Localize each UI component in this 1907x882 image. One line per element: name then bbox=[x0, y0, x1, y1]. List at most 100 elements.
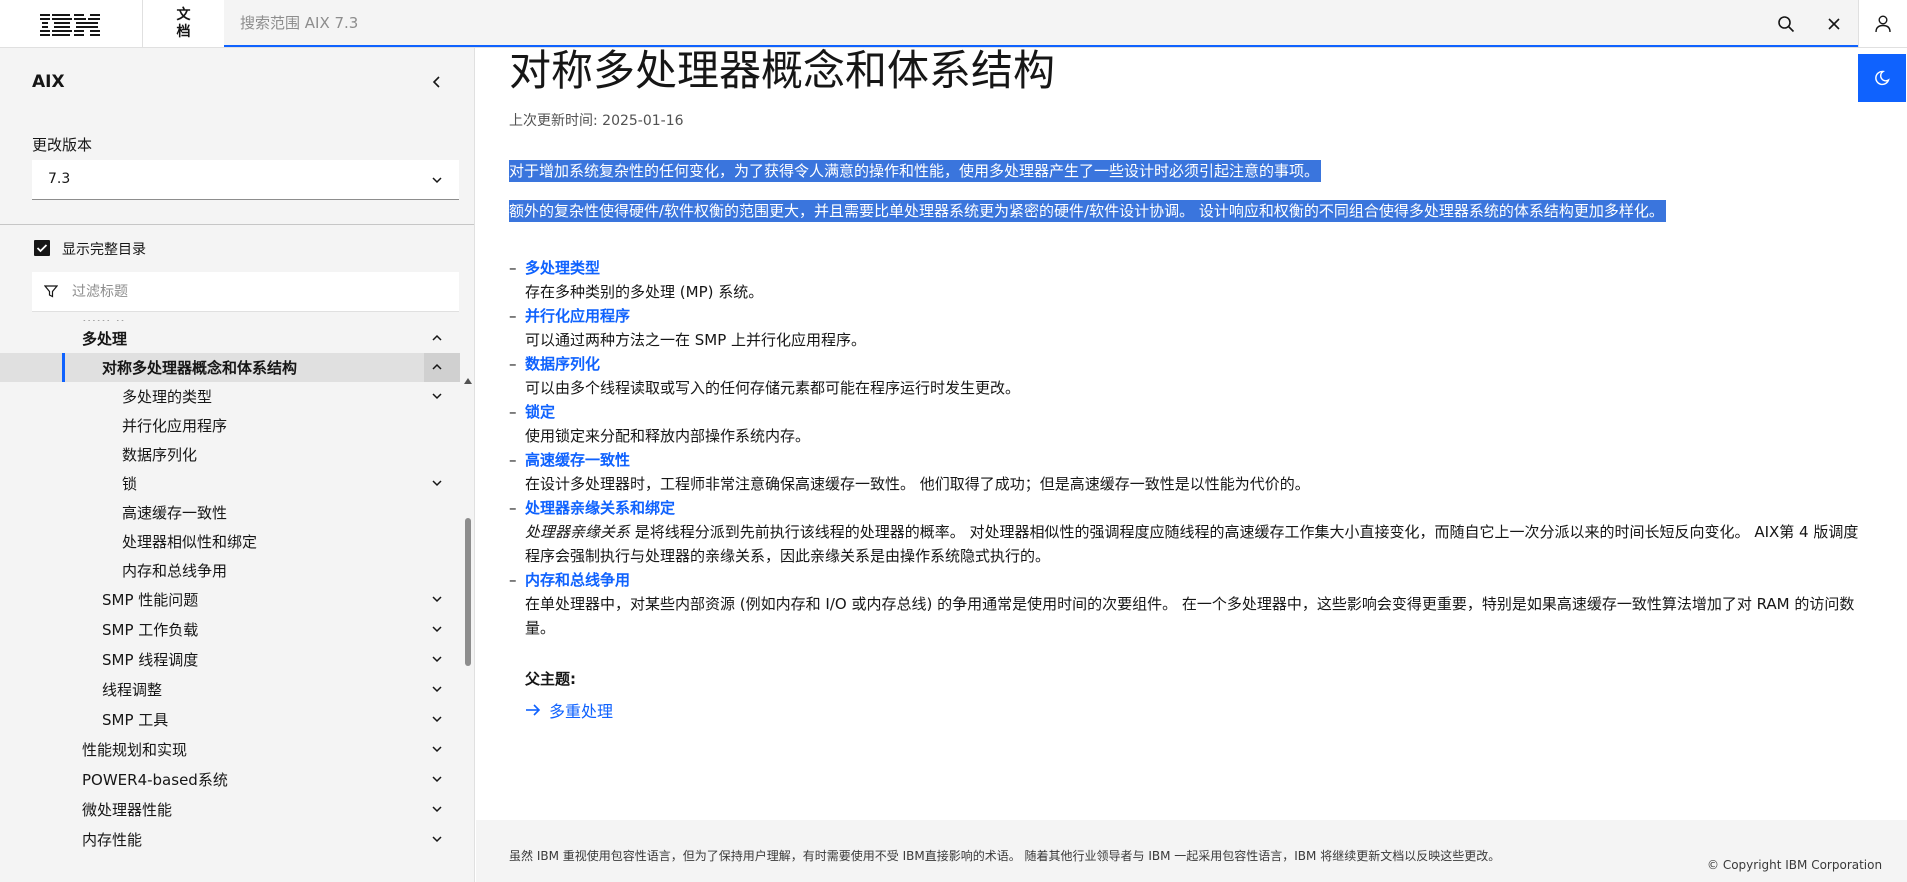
chevron-left-icon[interactable] bbox=[424, 70, 448, 94]
subtopic-list: 多处理类型 存在多种类别的多处理 (MP) 系统。 并行化应用程序 可以通过两种… bbox=[509, 256, 1869, 640]
moon-icon bbox=[1875, 70, 1890, 86]
subtopic-link[interactable]: 多处理类型 bbox=[509, 256, 1869, 280]
subtopic-desc: 可以由多个线程读取或写入的任何存储元素都可能在程序运行时发生更改。 bbox=[525, 379, 1021, 397]
filter-box bbox=[32, 272, 459, 312]
chevron-down-icon[interactable] bbox=[430, 742, 444, 756]
selected-paragraph-2: 额外的复杂性使得硬件/软件权衡的范围更大，并且需要比单处理器系统更为紧密的硬件/… bbox=[509, 200, 1666, 222]
clear-search-button[interactable] bbox=[1810, 0, 1858, 47]
close-icon bbox=[1828, 17, 1840, 30]
subtopic-link[interactable]: 高速缓存一致性 bbox=[509, 448, 1869, 472]
sidebar-divider bbox=[0, 224, 474, 225]
ibm-logo[interactable] bbox=[40, 12, 102, 36]
toc-tree: ······ ·· 多处理 对称多处理器概念和体系结构 多处理的类型 并行化应用… bbox=[0, 320, 460, 882]
chevron-down-icon[interactable] bbox=[430, 389, 444, 403]
subtopic-link[interactable]: 锁定 bbox=[509, 400, 1869, 424]
checkmark-icon bbox=[36, 244, 48, 253]
chevron-down-icon[interactable] bbox=[430, 592, 444, 606]
subtopic-link[interactable]: 内存和总线争用 bbox=[509, 568, 1869, 592]
toc-item-label: SMP 性能问题 bbox=[102, 591, 199, 609]
chevron-down-icon[interactable] bbox=[430, 712, 444, 726]
top-header: 文档 bbox=[0, 0, 1907, 48]
chevron-down-icon[interactable] bbox=[430, 682, 444, 696]
toc-item-multiprocessing[interactable]: 多处理 bbox=[0, 324, 460, 353]
chevron-up-icon[interactable] bbox=[430, 331, 444, 345]
toc-item-label: SMP 工具 bbox=[102, 711, 169, 729]
toc-item-smp-perf[interactable]: SMP 性能问题 bbox=[0, 585, 460, 614]
toc-item-cache-coherency[interactable]: 高速缓存一致性 bbox=[0, 498, 460, 527]
search-button[interactable] bbox=[1762, 0, 1810, 47]
subtopic-desc-em: 处理器亲缘关系 bbox=[525, 523, 631, 541]
subtopic-link[interactable]: 数据序列化 bbox=[509, 352, 1869, 376]
version-value: 7.3 bbox=[48, 171, 71, 187]
show-full-toc-checkbox[interactable] bbox=[34, 240, 50, 256]
toc-item-memory-perf[interactable]: 内存性能 bbox=[0, 825, 460, 854]
chevron-down-icon bbox=[432, 177, 442, 184]
filter-input[interactable] bbox=[72, 282, 442, 302]
toc-item-label: POWER4-based系统 bbox=[82, 771, 228, 789]
toc-item-label: 内存性能 bbox=[82, 831, 143, 849]
chevron-down-icon[interactable] bbox=[430, 622, 444, 636]
search-icon bbox=[1778, 15, 1795, 32]
toc-item-label: 锁 bbox=[122, 475, 138, 493]
toc-item-locks[interactable]: 锁 bbox=[0, 469, 460, 498]
search-input[interactable] bbox=[240, 11, 1740, 35]
toc-item-smp-tools[interactable]: SMP 工具 bbox=[0, 705, 460, 734]
subtopic-link[interactable]: 并行化应用程序 bbox=[509, 304, 1869, 328]
toc-item-label: 数据序列化 bbox=[122, 446, 198, 464]
parent-topic-link-text: 多重处理 bbox=[549, 702, 614, 721]
sidebar-scrollbar-thumb[interactable] bbox=[465, 518, 471, 666]
toc-item-label: SMP 工作负载 bbox=[102, 621, 199, 639]
user-icon bbox=[1874, 15, 1891, 32]
show-full-toc-label[interactable]: 显示完整目录 bbox=[62, 239, 146, 259]
chevron-down-icon[interactable] bbox=[430, 772, 444, 786]
subtopic-link[interactable]: 处理器亲缘关系和绑定 bbox=[509, 496, 1869, 520]
toc-item-thread-tuning[interactable]: 线程调整 bbox=[0, 675, 460, 704]
subtopic-desc: 处理器亲缘关系 是将线程分派到先前执行该线程的处理器的概率。 对处理器相似性的强… bbox=[509, 520, 1869, 568]
chevron-down-icon[interactable] bbox=[430, 832, 444, 846]
footer: 虽然 IBM 重视使用包容性语言，但为了保持用户理解，有时需要使用不受 IBM直… bbox=[476, 820, 1907, 882]
docs-label: 文档 bbox=[176, 6, 191, 40]
toc-item-label: 多处理的类型 bbox=[122, 388, 213, 406]
chevron-down-icon[interactable] bbox=[430, 802, 444, 816]
toc-item-smp-scheduling[interactable]: SMP 线程调度 bbox=[0, 645, 460, 674]
version-select[interactable]: 7.3 bbox=[32, 160, 459, 200]
theme-toggle-button[interactable] bbox=[1858, 54, 1906, 102]
filter-icon bbox=[44, 285, 58, 298]
toc-item-label: 性能规划和实现 bbox=[82, 741, 188, 759]
toc-item-smp-workload[interactable]: SMP 工作负载 bbox=[0, 615, 460, 644]
main-content: 对称多处理器概念和体系结构 上次更新时间: 2025-01-16 对于增加系统复… bbox=[476, 46, 1907, 882]
docs-link[interactable]: 文档 bbox=[142, 0, 224, 47]
sidebar-title: AIX bbox=[32, 72, 65, 92]
toc-item-smp-concepts[interactable]: 对称多处理器概念和体系结构 bbox=[0, 353, 460, 382]
toc-item-label: SMP 线程调度 bbox=[102, 651, 199, 669]
toc-item-label: 并行化应用程序 bbox=[122, 417, 228, 435]
subtopic-desc: 在设计多处理器时，工程师非常注意确保高速缓存一致性。 他们取得了成功；但是高速缓… bbox=[525, 475, 1310, 493]
user-profile-button[interactable] bbox=[1858, 0, 1906, 47]
toc-item-microprocessor[interactable]: 微处理器性能 bbox=[0, 795, 460, 824]
chevron-up-icon[interactable] bbox=[430, 360, 444, 374]
footer-copyright: © Copyright IBM Corporation bbox=[1707, 858, 1883, 872]
chevron-down-icon[interactable] bbox=[430, 652, 444, 666]
toc-item-label: 处理器相似性和绑定 bbox=[122, 533, 258, 551]
scroll-up-arrow-icon[interactable] bbox=[464, 378, 472, 384]
version-label: 更改版本 bbox=[32, 136, 93, 154]
parent-topic-link[interactable]: 多重处理 bbox=[525, 698, 613, 722]
toc-item-label: 多处理 bbox=[82, 330, 128, 348]
toc-item-perf-planning[interactable]: 性能规划和实现 bbox=[0, 735, 460, 764]
arrow-right-icon bbox=[526, 704, 541, 716]
subtopic-desc: 可以通过两种方法之一在 SMP 上并行化应用程序。 bbox=[525, 331, 867, 349]
subtopic-desc: 在单处理器中，对某些内部资源 (例如内存和 I/O 或内存总线) 的争用通常是使… bbox=[525, 595, 1855, 637]
subtopic-desc: 存在多种类别的多处理 (MP) 系统。 bbox=[525, 283, 764, 301]
toc-item-mp-types[interactable]: 多处理的类型 bbox=[0, 382, 460, 411]
toc-item-parallel[interactable]: 并行化应用程序 bbox=[0, 411, 460, 440]
search-bar bbox=[224, 0, 1858, 47]
toc-item-bus-contention[interactable]: 内存和总线争用 bbox=[0, 556, 460, 585]
subtopic-desc-text: 是将线程分派到先前执行该线程的处理器的概率。 对处理器相似性的强调程度应随线程的… bbox=[525, 523, 1859, 565]
toc-item-serialization[interactable]: 数据序列化 bbox=[0, 440, 460, 469]
page-title: 对称多处理器概念和体系结构 bbox=[509, 46, 1056, 95]
toc-item-label: 微处理器性能 bbox=[82, 801, 173, 819]
toc-item-power4[interactable]: POWER4-based系统 bbox=[0, 765, 460, 794]
footer-inclusive-language: 虽然 IBM 重视使用包容性语言，但为了保持用户理解，有时需要使用不受 IBM直… bbox=[509, 849, 1501, 863]
toc-item-affinity[interactable]: 处理器相似性和绑定 bbox=[0, 527, 460, 556]
chevron-down-icon[interactable] bbox=[430, 476, 444, 490]
